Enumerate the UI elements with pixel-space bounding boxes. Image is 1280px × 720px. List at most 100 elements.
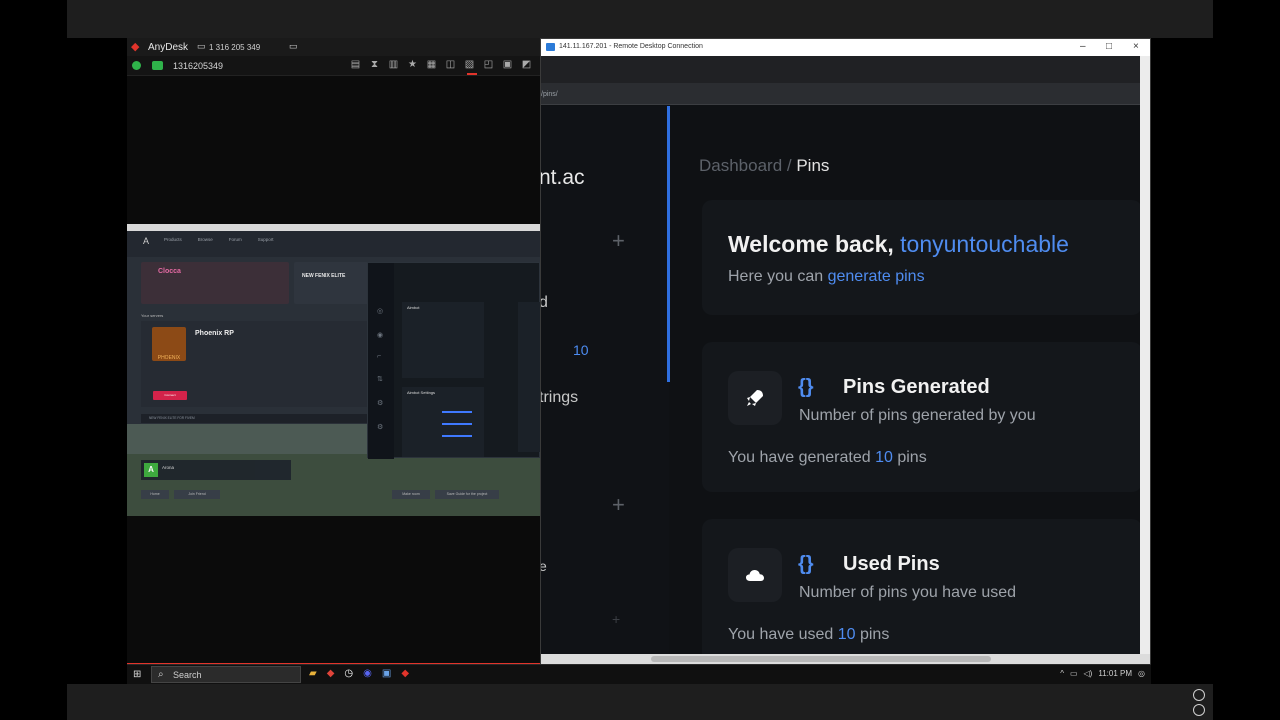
thumb-nav-link: Products [164,237,182,242]
host-top-bar [0,0,1280,38]
network-icon[interactable]: ▭ [1070,669,1078,678]
thumb-slider [442,435,472,437]
settings-icon[interactable] [1193,689,1205,701]
maximize-icon[interactable]: □ [1106,41,1112,52]
sidebar-item-fragment[interactable]: d [541,294,548,312]
breadcrumb: Dashboard / Pins [699,156,829,176]
cloud-icon [746,570,764,581]
horizontal-scrollbar[interactable] [541,654,1150,664]
search-icon: ⌕ [158,669,164,680]
gear-icon: ⚙ [377,400,384,407]
volume-icon[interactable]: ◁) [1084,669,1093,678]
welcome-card: Welcome back, tonyuntouchable Here you c… [702,200,1140,315]
session-id: 1316205349 [173,61,224,71]
chat-icon[interactable]: ▭ [289,41,298,52]
cloud-icon-box [728,548,782,602]
thumb-logo: A [143,236,150,246]
stat-summary-suffix: pins [855,626,890,643]
breadcrumb-root[interactable]: Dashboard [699,156,782,175]
thumb-cheat-overlay: ◎ ◉ ⌐ ⇅ ⚙ ⚙ Aimbot Aimbot Settings [367,262,540,459]
minimize-icon[interactable]: – [1080,41,1086,52]
sidebar-item-strings[interactable]: trings [541,389,578,407]
thumb-button: Home [141,490,169,499]
sidebar-item-fragment[interactable]: e [541,558,547,574]
stat-summary: You have generated 10 pins [728,449,927,467]
stat-summary-prefix: You have generated [728,449,876,466]
system-tray: ^ ▭ ◁) 11:01 PM ◎ [1060,669,1145,678]
chat-bubble-icon[interactable]: ▣ [501,59,514,70]
thumb-overlay-sidebar: ◎ ◉ ⌐ ⇅ ⚙ ⚙ [368,263,394,459]
taskbar-search[interactable]: ⌕ Search [151,666,301,683]
host-title-strip [67,0,1213,38]
taskbar-apps: ▰ ◆ ◷ ◉ ▣ ◆ [309,668,409,679]
windows-taskbar: ⊞ ⌕ Search ▰ ◆ ◷ ◉ ▣ ◆ ^ ▭ ◁) 11:01 PM ◎ [127,664,1151,684]
gun-icon: ⌐ [377,353,382,360]
search-placeholder: Search [173,670,202,680]
file-icon[interactable]: ▤ [349,59,362,70]
refresh-icon[interactable] [1193,704,1205,716]
taskbar-clock[interactable]: 11:01 PM [1098,669,1132,678]
sidebar-brand[interactable]: nt.ac [541,166,585,190]
windows-start-icon[interactable]: ⊞ [133,669,141,680]
horizontal-scroll-thumb[interactable] [651,656,991,662]
anydesk-toolbar: 1316205349 ▤ ⧗ ▥ ★ ▦ ◫ ▧ ◰ ▣ ◩ ϟ [127,56,548,76]
hourglass-icon[interactable]: ⧗ [368,59,381,70]
monitor-tab-label[interactable]: 1 316 205 349 [209,43,260,52]
address-divider [541,104,1140,105]
thumb-nav-link: Forum [228,237,242,242]
plus-icon[interactable]: + [612,611,620,627]
thumb-card-clocca: Clocca [141,262,289,304]
thumb-card-fenix: NEW FENIX ELITE [294,262,374,304]
stat-description: Number of pins generated by you [799,407,1036,424]
close-icon[interactable]: × [1133,41,1139,52]
thumb-card-title: Clocca [158,268,181,275]
book-icon[interactable]: ◫ [444,59,457,70]
arrows-icon: ⇅ [377,376,383,383]
brave-icon[interactable]: ◆ [327,668,335,679]
star-icon[interactable]: ★ [406,59,419,70]
folder-icon[interactable]: ▰ [309,668,317,679]
vertical-scrollbar[interactable] [1140,56,1150,654]
address-bar[interactable]: /pins/ [541,83,1140,105]
thumb-server-name: Phoenix RP [195,330,234,337]
breadcrumb-separator: / [782,156,797,175]
display-icon[interactable]: ◰ [482,59,495,70]
thumb-overlay-panel: Aimbot Settings [402,387,484,457]
target-icon: ◎ [377,308,384,315]
monitor-icon[interactable]: ▭ [197,41,206,52]
thumb-browser-strip [127,224,540,231]
remote-desktop-icon[interactable]: ▣ [382,668,391,679]
address-url[interactable]: /pins/ [541,91,558,98]
anydesk-logo-icon: ◆ [131,41,140,53]
anydesk-taskbar-icon[interactable]: ◆ [401,668,409,679]
stat-summary: You have used 10 pins [728,626,889,644]
document-icon[interactable]: ▦ [425,59,438,70]
thumb-nav-link: Browse [197,237,213,242]
stat-title: Used Pins [843,553,940,575]
discord-icon[interactable]: ◉ [363,668,372,679]
thumb-row: NEW FENIX ELITE FOR FIVEM [141,414,367,423]
notification-icon[interactable]: ◎ [1138,669,1145,678]
rdp-app-icon [546,43,555,51]
monitor-settings-icon[interactable]: ◩ [520,59,533,70]
rdp-titlebar: 141.11.167.201 - Remote Desktop Connecti… [541,39,1150,56]
stat-summary-prefix: You have used [728,626,838,643]
browser-tab-strip [541,56,1150,83]
thumb-server-logo: PHOENIX [152,327,186,361]
thumb-overlay-right-panel [518,302,540,452]
session-icon[interactable] [152,61,163,70]
thumb-overlay-panel: Aimbot [402,302,484,378]
remote-desktop-window: 141.11.167.201 - Remote Desktop Connecti… [540,38,1151,664]
keyboard-icon[interactable]: ▧ [463,59,476,70]
remote-screen-thumbnail[interactable]: A Products Browse Forum Support Clocca N… [127,224,540,516]
thumb-button: Join Friend [174,490,220,499]
thumb-panel-title: Aimbot Settings [407,390,436,395]
eye-icon: ◉ [377,332,384,339]
plus-icon[interactable]: + [612,492,625,518]
plus-icon[interactable]: + [612,228,625,254]
generate-pins-link[interactable]: generate pins [828,268,925,285]
clipboard-icon[interactable]: ▥ [387,59,400,70]
chevron-up-icon[interactable]: ^ [1060,669,1064,678]
thumb-avatar: A [144,463,158,477]
clock-app-icon[interactable]: ◷ [344,668,353,679]
